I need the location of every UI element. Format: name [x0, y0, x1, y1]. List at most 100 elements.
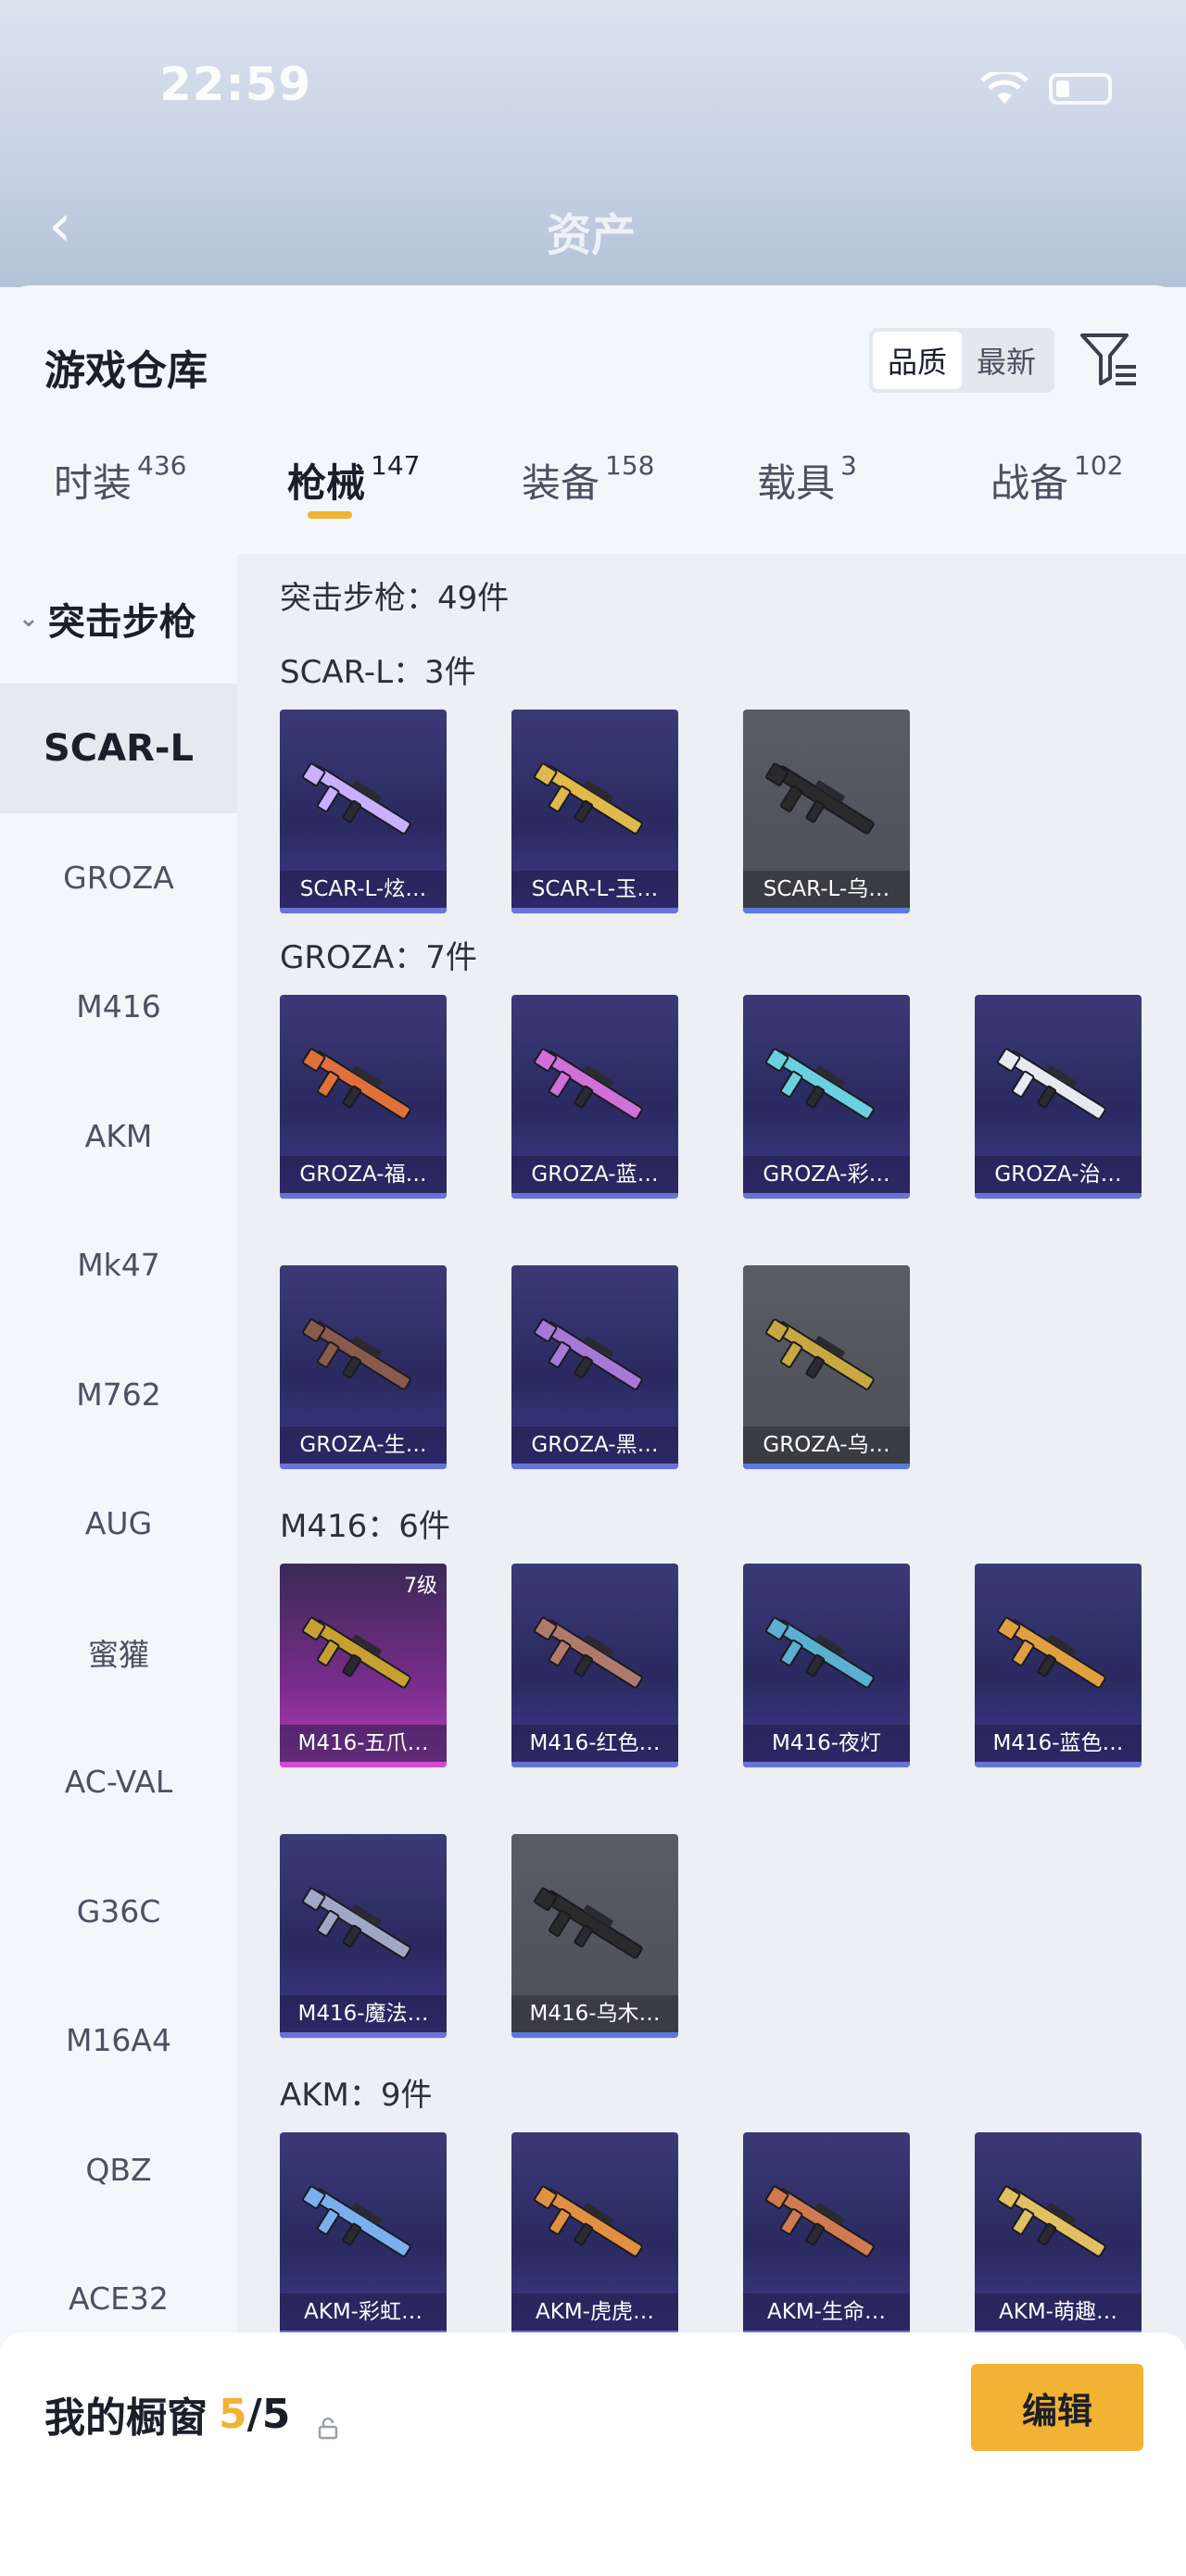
rarity-bar — [743, 1762, 910, 1767]
sidebar-item-mk47[interactable]: Mk47 — [0, 1200, 237, 1330]
tab-label: 时装 — [54, 460, 132, 506]
weapon-name: M416-魔法… — [280, 1995, 447, 2032]
weapon-card[interactable]: GROZA-彩… — [743, 995, 910, 1199]
weapon-name: M416-乌木… — [511, 1995, 678, 2032]
battery-icon — [1049, 73, 1112, 105]
tab-count: 102 — [1074, 450, 1124, 481]
showcase-count: 5 — [219, 2390, 247, 2438]
rifle-icon — [298, 2169, 428, 2281]
rifle-icon — [298, 1601, 428, 1712]
showcase-title: 我的橱窗 — [44, 2394, 208, 2442]
rifle-icon — [298, 747, 428, 858]
rarity-bar — [280, 1762, 447, 1767]
sidebar-item-aug[interactable]: AUG — [0, 1459, 237, 1589]
sidebar-item--[interactable]: 蜜獾 — [0, 1589, 237, 1718]
weapon-sidebar: ⌄ 突击步枪 SCAR-L GROZA M416 AKM Mk47 M762 AUG 蜜獾 AC-… — [0, 554, 237, 2425]
weapon-card[interactable]: SCAR-L-玉… — [511, 710, 678, 913]
weapon-name: GROZA-蓝… — [511, 1156, 678, 1193]
rarity-bar — [280, 1464, 447, 1469]
sidebar-item-scar-l[interactable]: SCAR-L — [0, 684, 237, 813]
rifle-icon — [298, 1302, 428, 1414]
sidebar-category[interactable]: ⌄ 突击步枪 — [0, 554, 237, 684]
rarity-bar — [511, 1464, 678, 1469]
chevron-left-icon[interactable]: ‹ — [48, 196, 72, 256]
filter-icon[interactable] — [1079, 330, 1140, 389]
weapon-card[interactable]: SCAR-L-炫… — [280, 710, 447, 913]
weapon-name: M416-夜灯 — [743, 1725, 910, 1762]
weapon-name: AKM-虎虎… — [511, 2293, 678, 2331]
sidebar-item-m16a4[interactable]: M16A4 — [0, 1976, 237, 2105]
tab-vehicles[interactable]: 载具 3 — [757, 450, 857, 509]
nav-title: 资产 — [547, 209, 637, 261]
weapon-card[interactable]: M416-红色… — [511, 1564, 678, 1767]
weapon-card[interactable]: M416-夜灯 — [743, 1564, 910, 1767]
rifle-icon — [530, 1601, 660, 1712]
showcase-bar: 我的橱窗 5/5 编辑 — [0, 2332, 1186, 2576]
weapon-name: GROZA-黑… — [511, 1426, 678, 1464]
tab-label: 装备 — [522, 460, 600, 506]
sidebar-item-g36c[interactable]: G36C — [0, 1847, 237, 1977]
sort-quality-button[interactable]: 品质 — [873, 332, 962, 389]
nav-bar: ‹ 资产 — [0, 185, 1186, 269]
weapon-card[interactable]: GROZA-治… — [975, 995, 1142, 1199]
sidebar-item-ac-val[interactable]: AC-VAL — [0, 1717, 237, 1847]
tab-equipment[interactable]: 装备 158 — [522, 450, 655, 509]
rifle-icon — [762, 1032, 891, 1143]
rarity-bar — [280, 908, 447, 913]
weapon-card[interactable]: M416-乌木… — [511, 1834, 678, 2038]
weapon-card[interactable]: GROZA-生… — [280, 1265, 447, 1469]
sidebar-item-groza[interactable]: GROZA — [0, 813, 237, 943]
weapon-name: GROZA-乌… — [743, 1426, 910, 1464]
sort-newest-button[interactable]: 最新 — [962, 332, 1051, 389]
weapon-card[interactable]: GROZA-福… — [280, 995, 447, 1199]
edit-button[interactable]: 编辑 — [971, 2364, 1143, 2451]
status-bar: 22:59 — [0, 37, 1186, 111]
tab-firearms[interactable]: 枪械 147 — [287, 450, 420, 519]
weapon-name: AKM-萌趣… — [975, 2293, 1142, 2331]
tab-count: 158 — [605, 450, 655, 481]
rarity-bar — [511, 2032, 678, 2038]
sidebar-item-akm[interactable]: AKM — [0, 1072, 237, 1201]
group-title: M416：6件 — [280, 1508, 450, 1545]
sidebar-item-m762[interactable]: M762 — [0, 1330, 237, 1460]
weapon-name: SCAR-L-乌… — [743, 871, 910, 908]
sidebar-list: SCAR-L GROZA M416 AKM Mk47 M762 AUG 蜜獾 AC-VAL G36… — [0, 684, 237, 2364]
rifle-icon — [762, 1601, 891, 1712]
group-title: SCAR-L：3件 — [280, 654, 476, 691]
rifle-icon — [530, 747, 660, 858]
chevron-down-icon: ⌄ — [19, 605, 39, 633]
rifle-icon — [762, 2169, 891, 2281]
weapon-card[interactable]: 7级 M416-五爪… — [280, 1564, 447, 1767]
wifi-icon — [980, 69, 1028, 106]
system-icons — [980, 69, 1112, 106]
weapon-card[interactable]: GROZA-乌… — [743, 1265, 910, 1469]
rarity-bar — [975, 1193, 1142, 1199]
sidebar-item-qbz[interactable]: QBZ — [0, 2105, 237, 2235]
weapon-name: SCAR-L-玉… — [511, 871, 678, 908]
weapon-card[interactable]: M416-蓝色… — [975, 1564, 1142, 1767]
rarity-bar — [743, 1193, 910, 1199]
rifle-icon — [993, 2169, 1123, 2281]
status-time: 22:59 — [159, 57, 312, 111]
rifle-icon — [530, 1032, 660, 1143]
sidebar-item-m416[interactable]: M416 — [0, 942, 237, 1072]
weapon-name: GROZA-生… — [280, 1426, 447, 1464]
weapon-card[interactable]: AKM-萌趣… — [975, 2132, 1142, 2336]
weapon-card[interactable]: M416-魔法… — [280, 1834, 447, 2038]
rifle-icon — [993, 1032, 1123, 1143]
tab-fashion[interactable]: 时装 436 — [54, 450, 186, 509]
tab-supplies[interactable]: 战备 102 — [990, 450, 1124, 509]
rifle-icon — [530, 1871, 660, 1982]
showcase-total: /5 — [246, 2390, 291, 2438]
tab-indicator — [308, 511, 352, 519]
weapon-card[interactable]: GROZA-蓝… — [511, 995, 678, 1199]
weapon-card[interactable]: AKM-彩虹… — [280, 2132, 447, 2336]
weapon-card[interactable]: GROZA-黑… — [511, 1265, 678, 1469]
weapon-name: M416-蓝色… — [975, 1725, 1142, 1762]
weapon-card[interactable]: AKM-虎虎… — [511, 2132, 678, 2336]
weapon-card[interactable]: AKM-生命… — [743, 2132, 910, 2336]
rifle-icon — [298, 1032, 428, 1143]
weapon-card[interactable]: SCAR-L-乌… — [743, 710, 910, 913]
level-badge: 7级 — [404, 1575, 437, 1598]
group-title: GROZA：7件 — [280, 939, 477, 976]
